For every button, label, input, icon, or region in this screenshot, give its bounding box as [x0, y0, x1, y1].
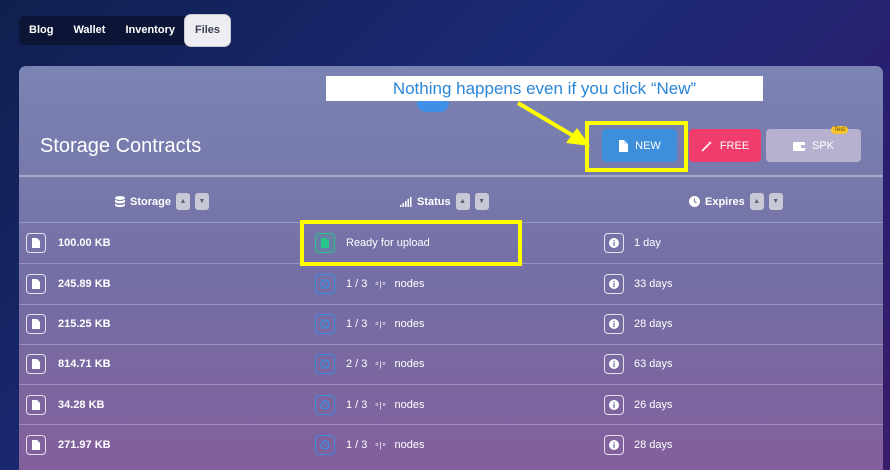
annotation-highlight-new	[585, 121, 688, 172]
tab-wallet[interactable]: Wallet	[63, 16, 115, 45]
annotation-arrow	[516, 101, 590, 146]
nav-tabs: Blog Wallet Inventory Files	[19, 14, 231, 46]
tab-blog[interactable]: Blog	[19, 16, 63, 45]
storage-contracts-panel: Storage Contracts NEW FREE SPK Test Stor…	[19, 66, 883, 470]
tab-files[interactable]: Files	[184, 14, 231, 46]
annotation-highlight-status	[300, 220, 522, 266]
tab-inventory[interactable]: Inventory	[115, 16, 185, 45]
